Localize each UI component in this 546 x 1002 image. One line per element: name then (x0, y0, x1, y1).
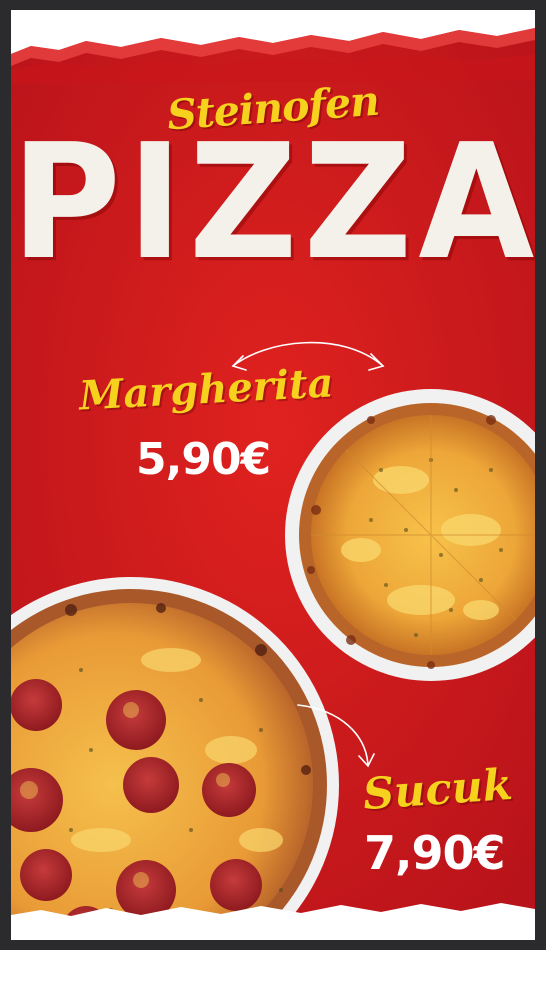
item-price-sucuk: 7,90€ (364, 826, 506, 880)
item-name-sucuk: Sucuk (361, 759, 515, 821)
screen-frame: Steinofen PIZZA Margherita 5,90€ Sucuk 7… (0, 0, 546, 950)
poster-title: PIZZA (11, 110, 535, 296)
menu-screen: Steinofen PIZZA Margherita 5,90€ Sucuk 7… (11, 10, 535, 940)
item-price-margherita: 5,90€ (136, 434, 271, 485)
